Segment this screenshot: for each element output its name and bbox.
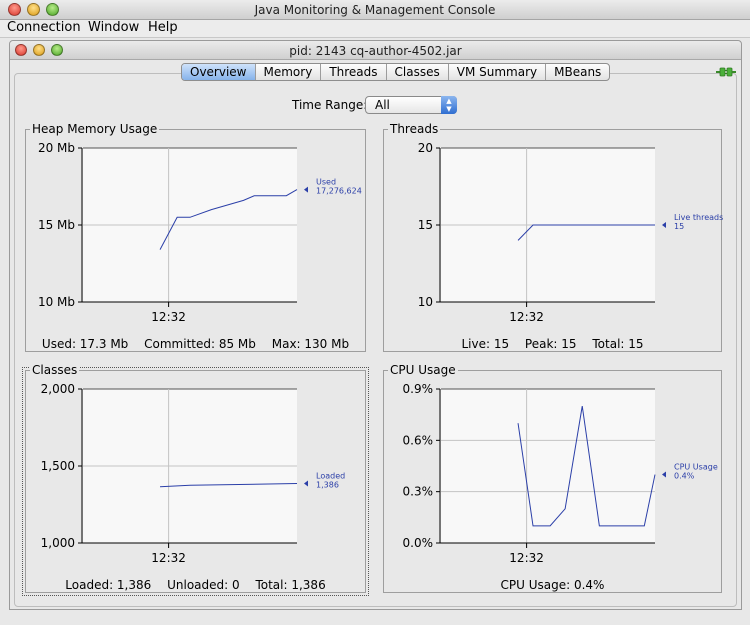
threads-total: Total: 15 bbox=[592, 337, 644, 351]
series-marker-value: 15 bbox=[674, 222, 684, 231]
classes-chart[interactable]: 1,000 1,500 2,000 12:32 Loaded1,386 bbox=[26, 371, 367, 594]
series-marker-value: 17,276,624 bbox=[316, 187, 362, 196]
cpu-usage-value: CPU Usage: 0.4% bbox=[500, 578, 605, 592]
tab-memory[interactable]: Memory bbox=[256, 64, 322, 80]
series-marker-arrow bbox=[662, 222, 666, 228]
classes-total: Total: 1,386 bbox=[255, 578, 326, 592]
y-tick-label: 10 bbox=[418, 295, 433, 309]
heap-memory-panel: Heap Memory Usage 10 Mb 15 Mb 20 Mb 12:32 Us… bbox=[25, 122, 367, 353]
connection-title: pid: 2143 cq-author-4502.jar bbox=[289, 44, 462, 58]
x-tick-label: 12:32 bbox=[151, 551, 186, 565]
cpu-usage-panel: CPU Usage 0.0% 0.3% 0.6% 0.9% 12:32 CPU Usage… bbox=[383, 363, 723, 594]
threads-panel: Threads 10 15 20 12:32 Live threads 15 Live: … bbox=[383, 122, 724, 353]
x-tick-label: 12:32 bbox=[151, 310, 186, 324]
series-marker-arrow bbox=[304, 480, 308, 487]
y-tick-label: 1,000 bbox=[41, 536, 75, 550]
y-tick-label: 1,500 bbox=[41, 459, 75, 473]
series-marker-name: Live threads bbox=[674, 213, 723, 222]
cpu-chart[interactable]: 0.0% 0.3% 0.6% 0.9% 12:32 CPU Usage0.4% bbox=[384, 371, 723, 594]
plot-area bbox=[441, 389, 655, 543]
classes-summary: Loaded: 1,386 Unloaded: 0 Total: 1,386 bbox=[26, 578, 365, 592]
heap-used: Used: 17.3 Mb bbox=[41, 337, 129, 351]
connection-window: pid: 2143 cq-author-4502.jar Overview Me… bbox=[9, 40, 742, 610]
series-marker-arrow bbox=[304, 186, 308, 193]
updown-arrows-icon: ▲ ▼ bbox=[441, 96, 457, 114]
tab-bar: Overview Memory Threads Classes VM Summa… bbox=[181, 63, 611, 81]
tab-mbeans[interactable]: MBeans bbox=[546, 64, 609, 80]
connection-titlebar: pid: 2143 cq-author-4502.jar bbox=[10, 41, 741, 60]
time-range-label: Time Range: bbox=[292, 98, 368, 112]
classes-loaded: Loaded: 1,386 bbox=[65, 578, 152, 592]
series-marker-name: CPU Usage bbox=[674, 463, 718, 472]
classes-panel: Classes 1,000 1,500 2,000 12:32 Loaded 1,386 … bbox=[22, 363, 369, 596]
y-tick-label: 20 Mb bbox=[38, 141, 75, 155]
app-title: Java Monitoring & Management Console bbox=[254, 3, 496, 17]
menu-window[interactable]: Window bbox=[88, 20, 139, 36]
series-marker-arrow bbox=[662, 471, 666, 478]
y-tick-label: 15 Mb bbox=[38, 218, 75, 232]
tab-overview[interactable]: Overview bbox=[182, 64, 256, 80]
classes-unloaded: Unloaded: 0 bbox=[167, 578, 240, 592]
y-tick-label: 20 bbox=[418, 141, 433, 155]
series-marker-value: 0.4% bbox=[674, 472, 695, 481]
threads-chart[interactable]: 10152012:32Live threads15 bbox=[384, 130, 724, 353]
heap-chart[interactable]: 10 Mb 15 Mb 20 Mb 12:32 Used17,276,624 bbox=[26, 130, 367, 353]
series-marker-name: Used bbox=[316, 178, 336, 187]
app-titlebar: Java Monitoring & Management Console bbox=[0, 0, 750, 20]
menu-help[interactable]: Help bbox=[148, 20, 178, 36]
time-range-value: All bbox=[375, 98, 390, 112]
connection-plug-icon bbox=[716, 67, 736, 77]
y-tick-label: 10 Mb bbox=[38, 295, 75, 309]
y-tick-label: 0.3% bbox=[403, 485, 434, 499]
threads-summary: Live: 15 Peak: 15 Total: 15 bbox=[384, 337, 721, 351]
threads-live: Live: 15 bbox=[461, 337, 510, 351]
time-range-select[interactable]: All ▲ ▼ bbox=[365, 96, 457, 114]
menu-connection[interactable]: Connection bbox=[7, 20, 81, 36]
series-marker-name: Loaded bbox=[316, 472, 345, 481]
x-tick-label: 12:32 bbox=[509, 551, 544, 565]
tab-threads[interactable]: Threads bbox=[321, 64, 387, 80]
y-tick-label: 0.9% bbox=[403, 382, 434, 396]
y-tick-label: 2,000 bbox=[41, 382, 75, 396]
threads-peak: Peak: 15 bbox=[524, 337, 577, 351]
y-tick-label: 0.6% bbox=[403, 433, 434, 447]
tab-vm-summary[interactable]: VM Summary bbox=[449, 64, 547, 80]
heap-committed: Committed: 85 Mb bbox=[144, 337, 256, 351]
y-tick-label: 0.0% bbox=[403, 536, 434, 550]
series-marker-value: 1,386 bbox=[316, 481, 339, 490]
y-tick-label: 15 bbox=[418, 218, 433, 232]
heap-max: Max: 130 Mb bbox=[271, 337, 350, 351]
heap-summary: Used: 17.3 Mb Committed: 85 Mb Max: 130 … bbox=[26, 337, 365, 351]
tab-classes[interactable]: Classes bbox=[387, 64, 449, 80]
menubar: Connection Window Help bbox=[0, 20, 750, 38]
x-tick-label: 12:32 bbox=[509, 310, 544, 324]
cpu-summary: CPU Usage: 0.4% bbox=[384, 578, 721, 592]
